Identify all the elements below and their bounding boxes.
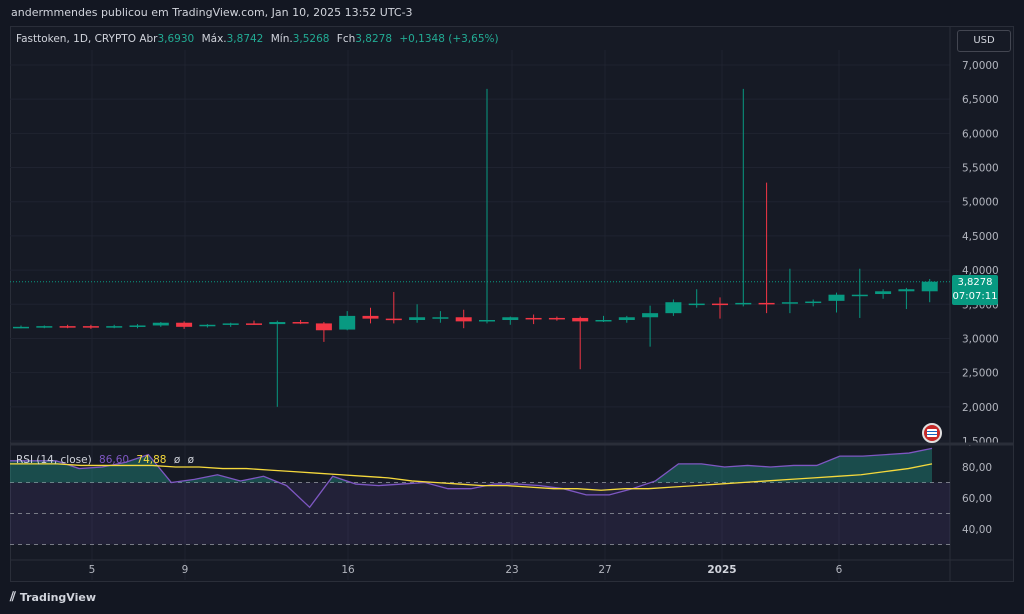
candle-body [292,322,309,324]
candle-body [246,323,262,325]
rsi-label[interactable]: RSI (14, close) [16,454,92,466]
candle-body [152,322,169,326]
time-tick-label: 9 [182,564,189,576]
rsi-ma-value: 74,88 [136,454,167,466]
candle-body [502,317,519,320]
candle-body [758,302,775,305]
candle-body [618,317,635,320]
candle-body [339,315,356,330]
price-legend: Fasttoken, 1D, CRYPTO Abr3,6930 Máx.3,87… [16,33,503,45]
candle-body [548,317,565,320]
price-tick-label: 5,5000 [962,163,999,175]
rsi-extra-2: ø [187,454,195,466]
candle-body [106,326,123,328]
price-tick-label: 1,5000 [962,436,999,448]
candle-body [805,301,822,304]
price-tick-label: 7,0000 [962,60,999,72]
time-tick-label: 23 [505,564,518,576]
price-tick-label: 3,0000 [962,333,999,345]
candle-body [642,313,659,318]
open-label: Abr [139,33,158,45]
candle-body [735,302,752,305]
currency-button[interactable]: USD [957,30,1011,52]
rsi-legend: RSI (14, close) 86,60 74,88 ø ø [16,454,194,466]
candle-body [82,326,99,328]
candle-body [455,317,472,322]
brand-text: TradingView [19,591,97,604]
candle-body [59,326,76,328]
time-tick-label: 2025 [707,564,736,576]
rsi-band-fill [10,482,950,545]
last-price: 3,8278 [957,277,993,288]
low-value: 3,5268 [292,33,330,45]
close-label: Fch [336,33,356,45]
time-tick-label: 6 [836,564,843,576]
candle-body [665,302,682,314]
candle-body [385,318,402,321]
tradingview-logo-icon: ⫽ [10,590,16,605]
candle-body [712,303,728,306]
candle-body [921,281,938,292]
price-tick-label: 6,5000 [962,94,999,106]
chart-svg[interactable]: 7,00006,50006,00005,50005,00004,50004,00… [0,0,1024,614]
us-flag-icon[interactable] [922,423,942,443]
price-tick-label: 6,0000 [962,128,999,140]
rsi-value: 86,60 [99,454,130,466]
candle-body [851,294,868,297]
time-tick-label: 5 [89,564,96,576]
price-tick-label: 4,5000 [962,231,999,243]
tradingview-brand[interactable]: ⫽ TradingView [10,590,96,605]
time-tick-label: 16 [341,564,355,576]
candle-body [479,319,495,322]
rsi-extra-1: ø [173,454,181,466]
candle-body [898,289,915,292]
symbol-label[interactable]: Fasttoken, 1D, CRYPTO [16,33,136,45]
candle-body [781,302,798,304]
candle-body [875,291,892,295]
candle-body [36,326,53,328]
price-tick-label: 2,5000 [962,368,999,380]
candle-body [362,315,379,319]
candle-body [525,317,542,320]
candle-body [269,322,286,325]
candle-body [222,323,239,325]
last-price-tag: 3,8278 07:07:11 [952,275,998,305]
change-value: +0,1348 (+3,65%) [399,33,499,45]
bar-countdown: 07:07:11 [952,291,998,302]
close-value: 3,8278 [355,33,393,45]
candle-body [315,323,332,331]
candle-body [595,319,612,322]
candle-body [129,325,146,327]
high-label: Máx. [201,33,227,45]
candle-body [828,294,845,301]
candle-body [176,322,193,327]
candle-body [688,303,705,306]
candle-body [13,326,29,329]
time-tick-label: 27 [598,564,611,576]
candle-body [199,324,216,327]
rsi-tick-label: 80,00 [962,462,992,474]
price-tick-label: 2,0000 [962,402,999,414]
candle-body [572,317,589,322]
high-value: 3,8742 [226,33,264,45]
candle-body [409,317,426,320]
candle-body [432,317,449,319]
rsi-tick-label: 60,00 [962,493,992,505]
rsi-tick-label: 40,00 [962,524,992,536]
price-tick-label: 5,0000 [962,197,999,209]
low-label: Mín. [270,33,293,45]
open-value: 3,6930 [157,33,195,45]
